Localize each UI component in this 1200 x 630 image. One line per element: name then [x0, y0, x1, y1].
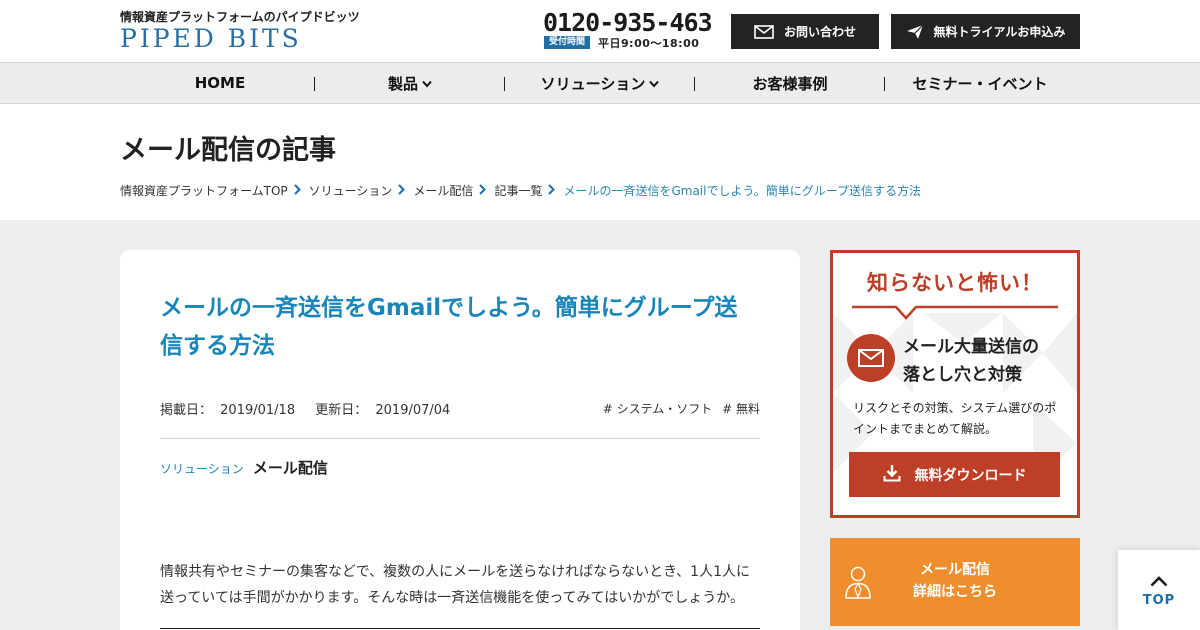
- breadcrumb-item-top[interactable]: 情報資産プラットフォームTOP: [120, 182, 288, 199]
- phone-hours: 平日9:00～18:00: [598, 36, 700, 50]
- site-logo[interactable]: PIPED BITS: [120, 24, 302, 53]
- contact-button[interactable]: お問い合わせ: [731, 14, 879, 49]
- speech-rule: [852, 305, 1058, 320]
- divider: [160, 438, 760, 439]
- nav-home[interactable]: HOME: [125, 63, 315, 103]
- back-to-top-button[interactable]: TOP: [1118, 550, 1200, 630]
- banner-line2: 詳細はこちら: [913, 584, 997, 601]
- nav-case-studies-label: お客様事例: [752, 74, 828, 93]
- nav-solutions[interactable]: ソリューション: [505, 63, 695, 103]
- download-icon: [883, 464, 901, 486]
- free-trial-button-label: 無料トライアルお申込み: [933, 25, 1066, 39]
- updated-label: 更新日：: [315, 403, 368, 418]
- chevron-up-icon: [1150, 572, 1168, 591]
- breadcrumb: 情報資産プラットフォームTOP ソリューション メール配信 記事一覧 メールの一…: [120, 182, 921, 199]
- article-dates: 掲載日： 2019/01/18 更新日： 2019/07/04: [160, 399, 454, 418]
- phone-number[interactable]: 0120-935-463: [543, 8, 713, 37]
- published-date: 2019/01/18: [220, 403, 296, 418]
- logo-tagline: 情報資産プラットフォームのパイプドビッツ: [120, 10, 360, 24]
- breadcrumb-item-current: メールの一斉送信をGmailでしよう。簡単にグループ送信する方法: [563, 184, 922, 198]
- article-tags: # システム・ソフト # 無料: [597, 400, 760, 417]
- back-to-top-label: TOP: [1142, 593, 1176, 608]
- ad-headline: 知らないと怖い！: [867, 271, 1043, 295]
- article-title: メールの一斉送信をGmailでしよう。簡単にグループ送信する方法: [160, 295, 738, 359]
- chevron-right-icon: [548, 183, 556, 198]
- global-nav: HOME 製品 ソリューション お客様事例 セミナー・イベント: [0, 62, 1200, 104]
- nav-seminars-label: セミナー・イベント: [912, 74, 1048, 93]
- chevron-right-icon: [293, 183, 301, 198]
- chevron-down-icon: [649, 74, 660, 92]
- ad-title: メール大量送信の 落とし穴と対策: [903, 333, 1039, 389]
- page-title: メール配信の記事: [120, 135, 336, 166]
- breadcrumb-item-articles[interactable]: 記事一覧: [494, 182, 542, 199]
- person-icon: [844, 565, 872, 603]
- nav-products[interactable]: 製品: [315, 63, 505, 103]
- page-title-area: メール配信の記事 情報資産プラットフォームTOP ソリューション メール配信 記…: [0, 104, 1200, 220]
- paper-plane-icon: [906, 24, 924, 40]
- phone-hours-row: 受付時間 平日9:00～18:00: [544, 36, 700, 50]
- nav-case-studies[interactable]: お客様事例: [695, 63, 885, 103]
- tag-system-software[interactable]: # システム・ソフト: [603, 402, 713, 416]
- nav-solutions-label: ソリューション: [540, 74, 646, 93]
- category-name: メール配信: [252, 459, 328, 477]
- envelope-icon: [754, 24, 774, 39]
- mail-delivery-banner[interactable]: メール配信 詳細はこちら: [830, 538, 1080, 626]
- tag-free[interactable]: # 無料: [722, 402, 760, 416]
- article-intro: 情報共有やセミナーの集客などで、複数の人にメールを送らなければならないとき、1人…: [160, 564, 750, 606]
- breadcrumb-item-solutions[interactable]: ソリューション: [309, 182, 393, 199]
- article-card: メールの一斉送信をGmailでしよう。簡単にグループ送信する方法 掲載日： 20…: [120, 250, 800, 630]
- chevron-right-icon: [398, 183, 406, 198]
- mail-icon: [847, 334, 895, 382]
- ad-description: リスクとその対策、システム選びのポイントまでまとめて解説。: [853, 401, 1057, 436]
- free-download-button[interactable]: 無料ダウンロード: [849, 452, 1060, 497]
- divider: [160, 628, 760, 629]
- category-parent[interactable]: ソリューション: [160, 462, 244, 476]
- phone-hours-badge: 受付時間: [544, 36, 591, 49]
- chevron-down-icon: [422, 74, 432, 92]
- nav-seminars[interactable]: セミナー・イベント: [885, 63, 1075, 103]
- site-header: 情報資産プラットフォームのパイプドビッツ PIPED BITS 0120-935…: [0, 0, 1200, 62]
- contact-button-label: お問い合わせ: [783, 25, 856, 39]
- ad-title-line1: メール大量送信の: [903, 337, 1039, 357]
- updated-date: 2019/07/04: [375, 403, 451, 418]
- chevron-right-icon: [479, 183, 487, 198]
- nav-products-label: 製品: [387, 74, 418, 93]
- banner-line1: メール配信: [920, 562, 990, 578]
- article-category: ソリューション メール配信: [160, 457, 328, 478]
- published-label: 掲載日：: [160, 403, 213, 418]
- ad-title-line2: 落とし穴と対策: [903, 365, 1022, 386]
- nav-home-label: HOME: [194, 74, 246, 92]
- free-download-label: 無料ダウンロード: [914, 467, 1027, 484]
- breadcrumb-item-mail[interactable]: メール配信: [413, 182, 473, 199]
- free-trial-button[interactable]: 無料トライアルお申込み: [891, 14, 1080, 49]
- banner-text: メール配信 詳細はこちら: [890, 559, 1020, 604]
- whitepaper-ad[interactable]: 知らないと怖い！ メール大量送信の 落とし穴と対策 リスクとその対策、システム選…: [830, 250, 1080, 518]
